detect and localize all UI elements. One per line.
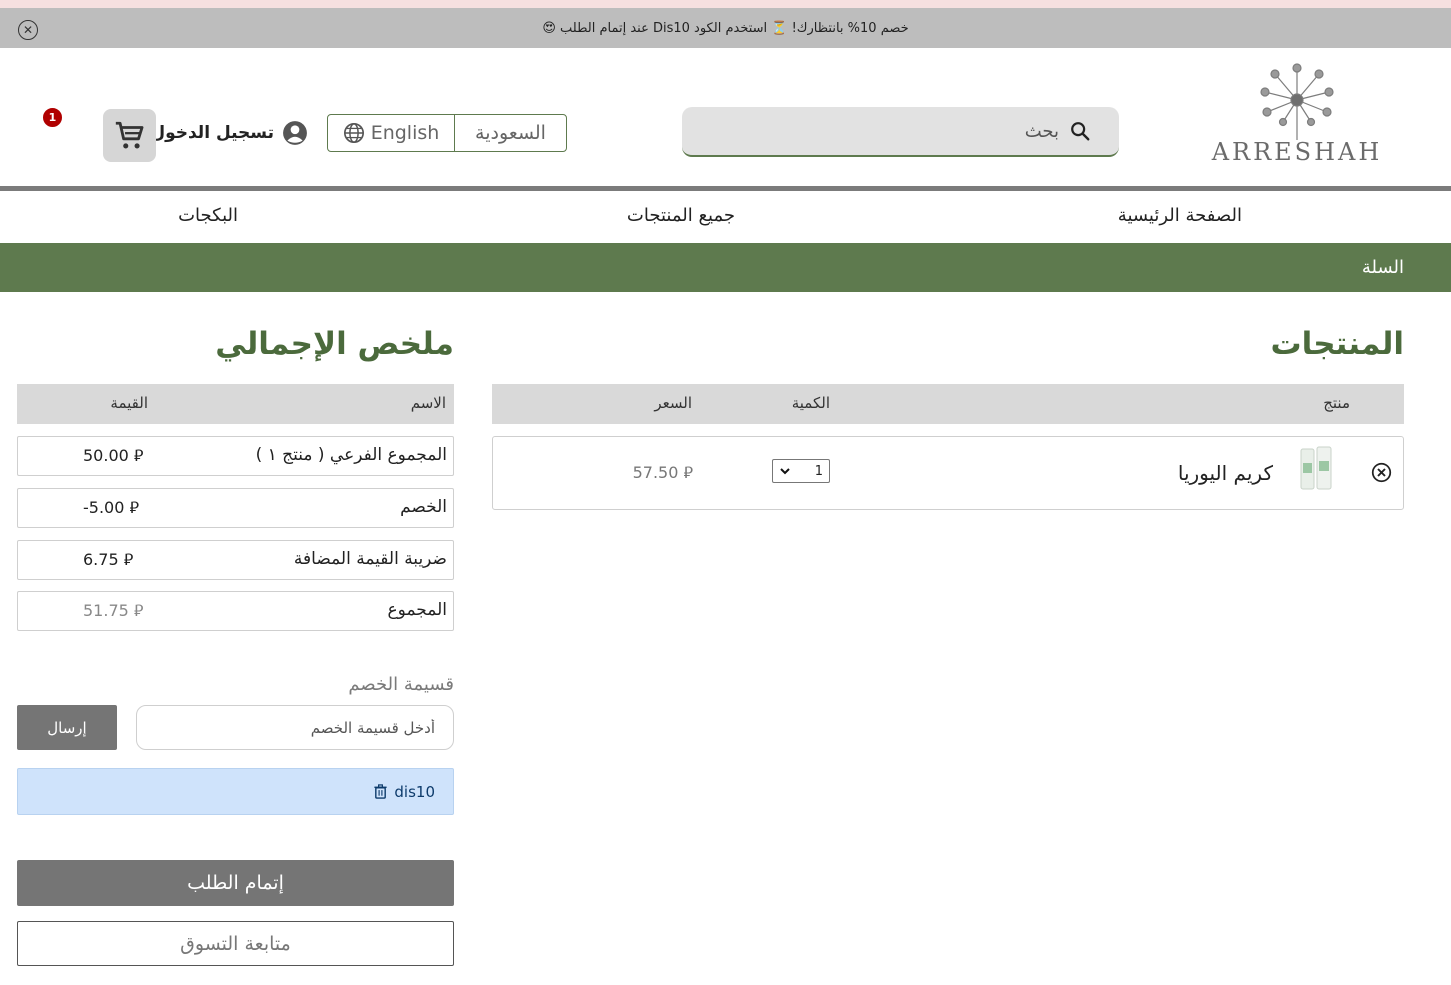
summary-row-vat: ضريبة القيمة المضافة 6.75 ⃁	[17, 540, 454, 580]
country-label: السعودية	[475, 122, 546, 144]
main-nav: الصفحة الرئيسية جميع المنتجات البكجات	[0, 191, 1451, 243]
summary-value: -5.00 ⃁	[83, 498, 139, 517]
quantity-select[interactable]: 1	[772, 459, 830, 483]
login-link[interactable]: تسجيل الدخول	[150, 120, 308, 146]
summary-label: المجموع الفرعي ( منتج ١ )	[255, 445, 447, 465]
summary-row-total: المجموع 51.75 ⃁	[17, 591, 454, 631]
summary-value: 6.75 ⃁	[83, 550, 134, 569]
trash-icon[interactable]	[373, 784, 388, 799]
product-price: 57.50 ⃁	[632, 463, 693, 482]
coupon-title: قسيمة الخصم	[348, 674, 454, 695]
announcement-bar: خصم 10% بانتظارك! ⏳ استخدم الكود Dis10 ع…	[0, 8, 1451, 48]
summary-label: الخصم	[400, 497, 447, 517]
country-selector[interactable]: السعودية	[454, 115, 566, 151]
nav-bundles[interactable]: البكجات	[178, 205, 238, 226]
product-name[interactable]: كريم اليوريا	[1178, 461, 1273, 485]
summary-label: ضريبة القيمة المضافة	[293, 549, 447, 569]
remove-item-icon[interactable]	[1371, 462, 1392, 483]
search-bar[interactable]	[682, 107, 1119, 157]
summary-row-discount: الخصم -5.00 ⃁	[17, 488, 454, 528]
col-quantity: الكمية	[791, 394, 830, 412]
col-value: القيمة	[110, 394, 148, 412]
applied-coupon-code: dis10	[394, 782, 435, 801]
search-input[interactable]	[696, 120, 1059, 142]
summary-table-header: الاسم القيمة	[17, 384, 454, 424]
dandelion-icon	[1260, 63, 1334, 140]
language-selector[interactable]: English	[328, 115, 454, 151]
quantity-value: 1	[814, 463, 823, 479]
breadcrumb: السلة	[0, 243, 1451, 292]
product-thumbnail[interactable]	[1295, 445, 1337, 491]
site-header: ARRESHAH السعودية English	[0, 48, 1451, 186]
user-icon	[283, 121, 307, 145]
close-announcement-icon[interactable]: ✕	[18, 20, 38, 40]
summary-value: 50.00 ⃁	[83, 446, 144, 465]
summary-title: ملخص الإجمالي	[215, 326, 454, 362]
summary-value: 51.75 ⃁	[83, 601, 144, 620]
cart-count-badge: 1	[41, 106, 64, 129]
globe-icon	[343, 123, 364, 143]
col-product: منتج	[1323, 394, 1350, 412]
breadcrumb-current: السلة	[1361, 257, 1404, 278]
logo-text: ARRESHAH	[1211, 138, 1383, 166]
table-row: كريم اليوريا 1 57.50 ⃁	[492, 436, 1404, 510]
cart-button[interactable]	[103, 109, 156, 162]
continue-shopping-button[interactable]: متابعة التسوق	[17, 921, 454, 966]
language-label: English	[370, 122, 440, 144]
coupon-send-button[interactable]: إرسال	[17, 705, 117, 750]
nav-all-products[interactable]: جميع المنتجات	[627, 205, 735, 226]
search-icon[interactable]	[1069, 120, 1091, 142]
login-label: تسجيل الدخول	[150, 123, 274, 143]
col-price: السعر	[654, 394, 692, 412]
col-name: الاسم	[410, 394, 446, 412]
products-table-header: منتج الكمية السعر	[492, 384, 1404, 424]
locale-selector: السعودية English	[327, 114, 567, 152]
announcement-text: خصم 10% بانتظارك! ⏳ استخدم الكود Dis10 ع…	[542, 20, 909, 36]
checkout-button[interactable]: إتمام الطلب	[17, 860, 454, 906]
coupon-input[interactable]	[136, 705, 454, 750]
logo[interactable]: ARRESHAH	[1199, 62, 1395, 168]
summary-label: المجموع	[387, 600, 447, 620]
summary-row-subtotal: المجموع الفرعي ( منتج ١ ) 50.00 ⃁	[17, 436, 454, 476]
nav-home[interactable]: الصفحة الرئيسية	[1118, 205, 1242, 226]
products-title: المنتجات	[1270, 326, 1405, 362]
top-strip	[0, 0, 1451, 8]
cart-icon	[115, 121, 143, 148]
applied-coupon: dis10	[17, 768, 454, 815]
chevron-down-icon	[780, 468, 790, 475]
